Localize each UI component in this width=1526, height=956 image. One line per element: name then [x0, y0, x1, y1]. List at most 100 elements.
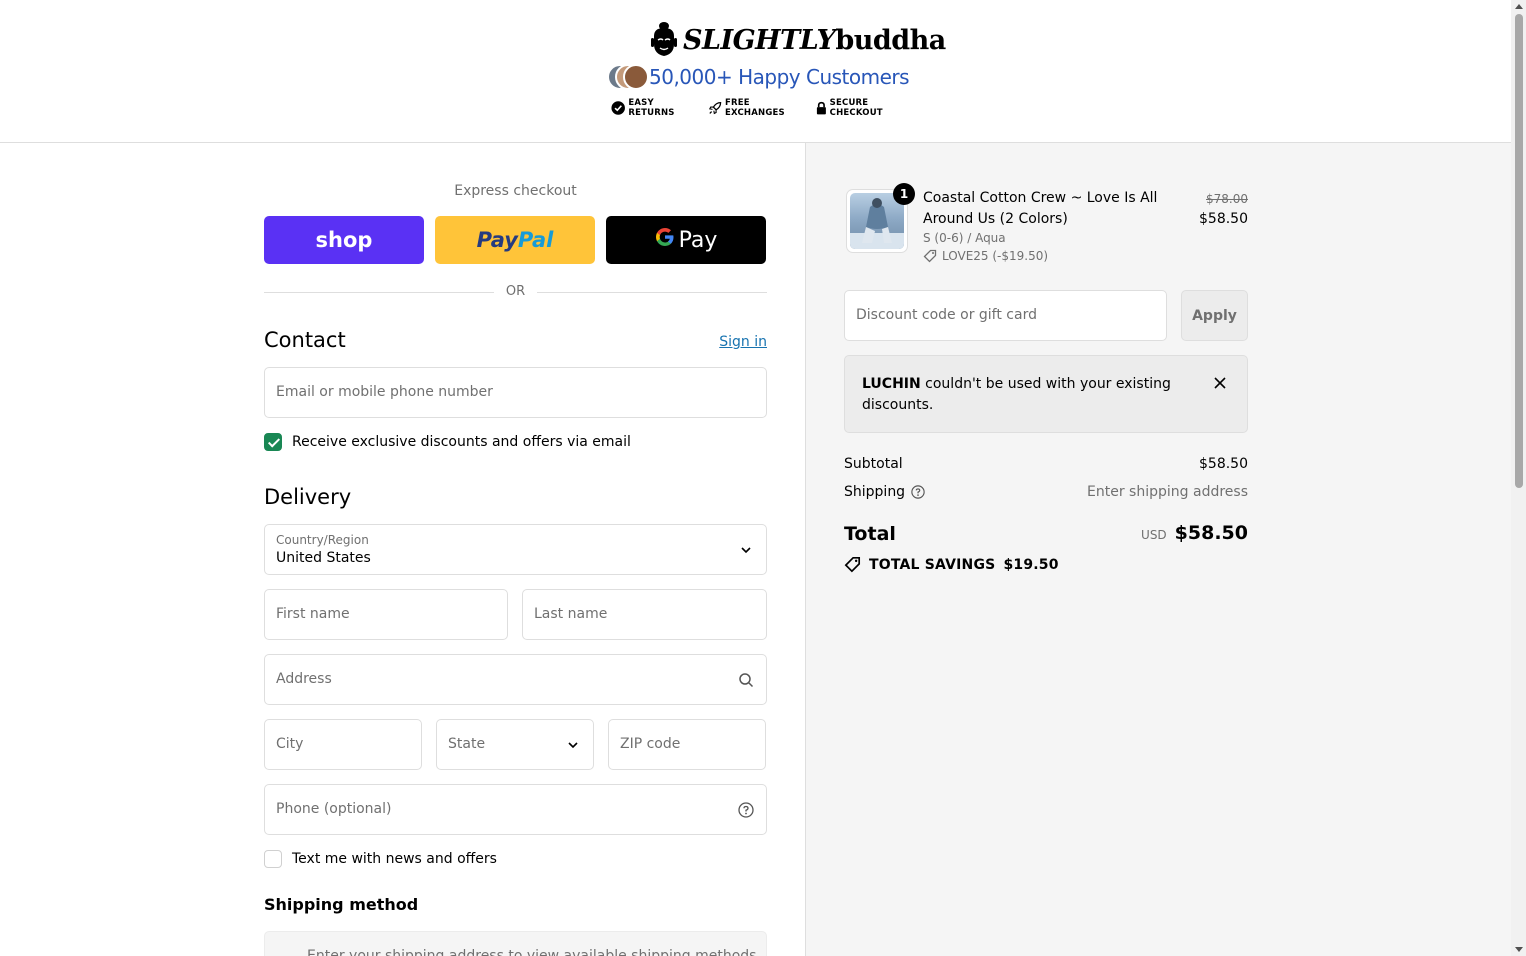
- savings-value: $19.50: [1003, 556, 1059, 573]
- search-icon: [739, 673, 754, 688]
- price-discounted: $58.50: [1199, 211, 1248, 227]
- zip-field[interactable]: ZIP code: [608, 719, 766, 770]
- total-value: $58.50: [1174, 522, 1248, 544]
- zip-placeholder: ZIP code: [620, 736, 681, 752]
- shipping-method-title: Shipping method: [264, 895, 419, 914]
- product-variant: S (0-6) / Aqua: [923, 231, 1006, 245]
- first-name-field[interactable]: First name: [264, 589, 508, 640]
- email-offers-row[interactable]: Receive exclusive discounts and offers v…: [264, 433, 631, 451]
- page-scrollbar[interactable]: [1511, 0, 1526, 956]
- address-placeholder: Address: [276, 671, 332, 687]
- tag-icon: [923, 249, 937, 263]
- discount-error-message: LUCHIN couldn't be used with your existi…: [862, 374, 1182, 416]
- first-name-placeholder: First name: [276, 606, 350, 622]
- product-discount: LOVE25 (-$19.50): [923, 249, 1048, 263]
- email-placeholder: Email or mobile phone number: [276, 384, 493, 400]
- discount-code-input[interactable]: Discount code or gift card: [844, 290, 1167, 341]
- sign-in-link[interactable]: Sign in: [719, 334, 767, 350]
- paypal-button[interactable]: Pay Pal: [435, 216, 595, 264]
- help-circle-icon[interactable]: [911, 485, 925, 499]
- trust-free-exchanges: FREE EXCHANGES: [708, 98, 804, 118]
- logo-bold: buddha: [835, 24, 946, 56]
- logo-wordmark: SLIGHTLYbuddha: [683, 25, 946, 56]
- lock-icon: [816, 101, 826, 114]
- order-summary-background: [806, 143, 1511, 956]
- shop-pay-button[interactable]: shop: [264, 216, 424, 264]
- shipping-value: Enter shipping address: [1087, 484, 1248, 500]
- quantity-badge: 1: [893, 183, 915, 205]
- shipping-method-box: Enter your shipping address to view avai…: [264, 931, 767, 956]
- shipping-label: Shipping: [844, 484, 906, 500]
- site-header: SLIGHTLYbuddha 50,000+ Happy Customers E…: [0, 0, 1511, 143]
- brand-logo[interactable]: SLIGHTLYbuddha 50,000+ Happy Customers E…: [605, 20, 946, 122]
- text-offers-label: Text me with news and offers: [292, 851, 497, 867]
- phone-field[interactable]: Phone (optional): [264, 784, 767, 835]
- discount-error-notice: LUCHIN couldn't be used with your existi…: [844, 355, 1248, 433]
- google-g-icon: [655, 227, 675, 253]
- check-circle-icon: [611, 101, 625, 115]
- last-name-field[interactable]: Last name: [522, 589, 767, 640]
- or-divider: OR: [264, 284, 767, 302]
- email-offers-label: Receive exclusive discounts and offers v…: [292, 434, 631, 450]
- shop-pay-label: shop: [315, 228, 373, 252]
- trust-secure-checkout: SECURE CHECKOUT: [816, 98, 915, 118]
- close-icon[interactable]: [1213, 376, 1227, 390]
- city-placeholder: City: [276, 736, 304, 752]
- shipping-method-message: Enter your shipping address to view avai…: [307, 948, 761, 956]
- currency-code: USD: [1141, 528, 1167, 542]
- shipping-label-wrap: Shipping: [844, 484, 925, 500]
- product-discount-text: LOVE25 (-$19.50): [942, 249, 1049, 263]
- avatar: [623, 64, 649, 90]
- savings-label: TOTAL SAVINGS: [869, 556, 996, 573]
- state-placeholder: State: [448, 736, 486, 752]
- logo-script: SLIGHTLY: [683, 24, 836, 56]
- discount-code: LUCHIN: [862, 376, 921, 392]
- trust-label: EASY RETURNS: [628, 98, 675, 118]
- city-field[interactable]: City: [264, 719, 422, 770]
- last-name-placeholder: Last name: [534, 606, 608, 622]
- country-label: Country/Region: [276, 533, 369, 547]
- apply-discount-button[interactable]: Apply: [1181, 290, 1248, 341]
- subtotal-value: $58.50: [1199, 456, 1248, 472]
- paypal-label-1: Pay: [476, 228, 518, 252]
- google-pay-label: Pay: [678, 227, 718, 253]
- price-original: $78.00: [1206, 192, 1248, 206]
- discount-code-placeholder: Discount code or gift card: [856, 307, 1037, 323]
- paypal-label-2: Pal: [517, 228, 554, 252]
- tag-icon: [844, 556, 861, 573]
- text-offers-row[interactable]: Text me with news and offers: [264, 850, 497, 868]
- rocket-icon: [708, 101, 721, 115]
- product-thumbnail: 1: [846, 183, 915, 253]
- total-amount: USD $58.50: [1141, 522, 1248, 544]
- happy-customers-row: 50,000+ Happy Customers: [607, 62, 910, 92]
- buddha-head-icon: [649, 22, 679, 58]
- trust-badges: EASY RETURNS FREE EXCHANGES SECURE CHECK…: [611, 98, 915, 118]
- scroll-thumb[interactable]: [1515, 14, 1523, 488]
- product-name: Coastal Cotton Crew ~ Love Is All Around…: [923, 190, 1158, 227]
- address-field[interactable]: Address: [264, 654, 767, 705]
- chevron-down-icon: [741, 547, 751, 554]
- phone-placeholder: Phone (optional): [276, 801, 392, 817]
- email-field[interactable]: Email or mobile phone number: [264, 367, 767, 418]
- divider-line: [537, 292, 767, 293]
- google-pay-button[interactable]: Pay: [606, 216, 766, 264]
- email-offers-checkbox[interactable]: [264, 433, 282, 451]
- subtotal-label: Subtotal: [844, 456, 903, 472]
- trust-label: FREE EXCHANGES: [725, 98, 785, 118]
- chevron-down-icon: [568, 742, 578, 749]
- logo-row: SLIGHTLYbuddha: [649, 22, 946, 58]
- state-select[interactable]: State: [436, 719, 594, 770]
- country-value: United States: [276, 550, 371, 566]
- happy-customers-text: 50,000+ Happy Customers: [649, 65, 910, 89]
- total-savings: TOTAL SAVINGS $19.50: [844, 556, 1059, 573]
- scroll-up-icon[interactable]: [1515, 4, 1523, 9]
- scroll-down-icon[interactable]: [1515, 947, 1523, 952]
- help-circle-icon[interactable]: [738, 802, 754, 818]
- contact-title: Contact: [264, 328, 346, 352]
- column-divider: [805, 143, 806, 956]
- country-select[interactable]: Country/Region United States: [264, 524, 767, 575]
- customer-avatars: [607, 62, 649, 92]
- total-label: Total: [844, 523, 896, 545]
- delivery-title: Delivery: [264, 485, 352, 509]
- text-offers-checkbox[interactable]: [264, 850, 282, 868]
